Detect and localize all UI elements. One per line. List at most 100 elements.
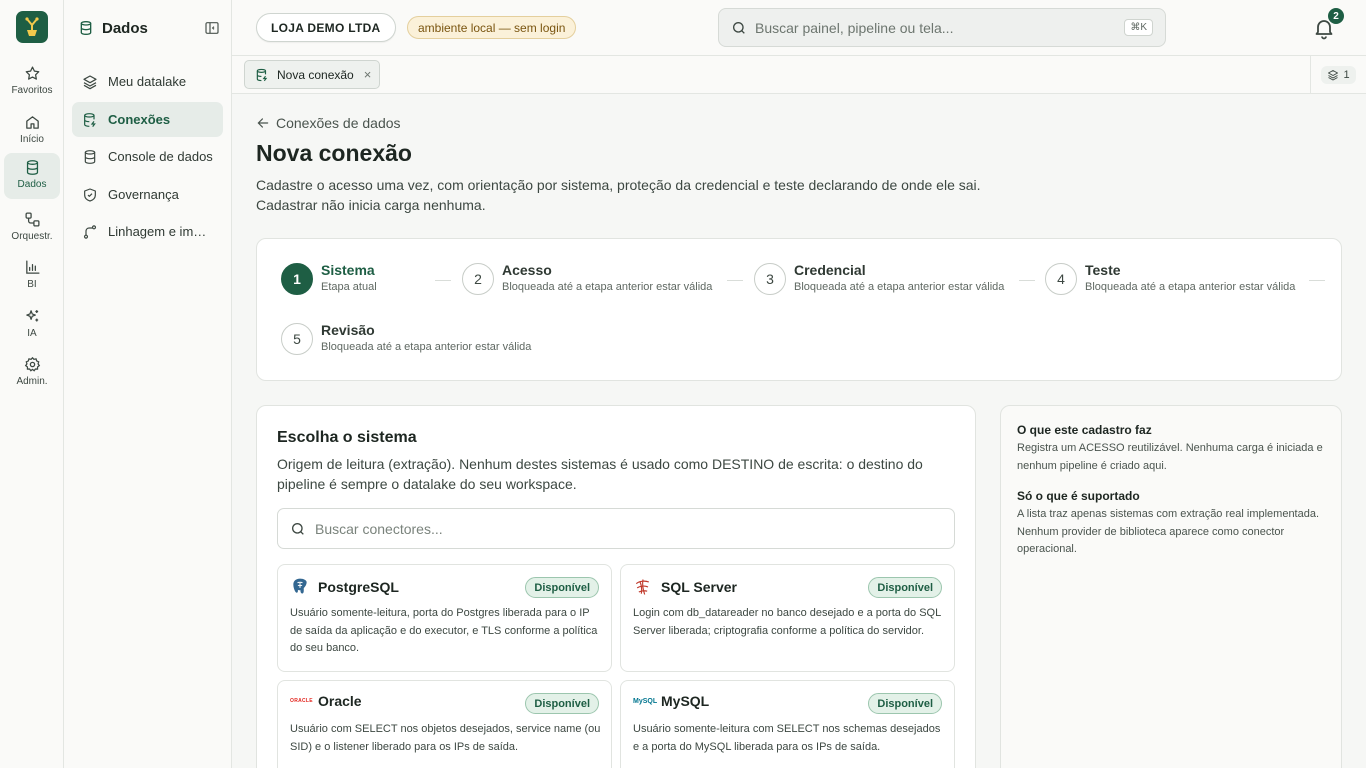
rail-label: Início <box>20 134 44 145</box>
page-title: Nova conexão <box>256 140 412 166</box>
section-title: Escolha o sistema <box>277 429 417 446</box>
step-number: 2 <box>462 263 494 295</box>
search-icon <box>733 21 745 34</box>
step-connector <box>727 280 743 281</box>
info-heading: Só o que é suportado <box>1017 489 1140 503</box>
postgresql-icon <box>293 578 307 594</box>
status-badge: Disponível <box>868 577 942 598</box>
rail-item-ia[interactable]: IA <box>4 302 60 348</box>
database-plug-icon <box>256 68 268 81</box>
connector-description: Login com db_datareader no banco desejad… <box>633 607 941 637</box>
tab-nova-conexao[interactable]: Nova conexão × <box>244 60 381 89</box>
rail-item-admin[interactable]: Admin. <box>4 350 60 396</box>
connector-postgresql[interactable]: PostgreSQL Disponível Usuário somente-le… <box>277 564 612 672</box>
connector-search-input[interactable]: Buscar conectores... <box>277 508 955 549</box>
info-heading: O que este cadastro faz <box>1017 423 1152 437</box>
step-teste: 4 Teste Bloqueada até a etapa anterior es… <box>1045 262 1296 295</box>
step-status: Bloqueada até a etapa anterior estar vál… <box>794 281 1005 293</box>
open-tabs-counter[interactable]: 1 <box>1310 56 1366 94</box>
environment-badge: ambiente local — sem login <box>407 16 577 39</box>
layers-icon <box>1328 70 1339 81</box>
rail-item-dados[interactable]: Dados <box>4 153 60 199</box>
notification-count-badge: 2 <box>1328 8 1344 24</box>
step-number: 3 <box>754 263 786 295</box>
sidebar-item-label: Governança <box>108 187 179 202</box>
rail-label: Favoritos <box>11 85 53 96</box>
rail-item-favoritos[interactable]: Favoritos <box>4 59 60 105</box>
connector-description: Usuário somente-leitura com SELECT nos s… <box>633 723 941 753</box>
connector-name: PostgreSQL <box>318 579 399 595</box>
sql-server-icon <box>635 579 650 595</box>
rail-label: Dados <box>17 179 47 190</box>
bar-chart-icon <box>25 260 40 274</box>
connector-description: Usuário somente-leitura, porta do Postgr… <box>290 607 598 654</box>
step-title: Sistema <box>321 262 375 278</box>
sidebar-item-meu-datalake[interactable]: Meu datalake <box>72 64 223 99</box>
step-title: Credencial <box>794 262 866 278</box>
rail-label: BI <box>27 279 37 290</box>
rail-item-inicio[interactable]: Início <box>4 108 60 154</box>
app-logo-icon[interactable] <box>16 11 48 43</box>
connector-sql-server[interactable]: SQL Server Disponível Login com db_datar… <box>620 564 955 672</box>
layers-icon <box>83 74 97 89</box>
search-icon <box>292 522 304 535</box>
database-plug-icon <box>84 112 96 127</box>
branch-icon <box>83 224 97 239</box>
step-sistema[interactable]: 1 Sistema Etapa atual <box>281 262 377 295</box>
rail-item-bi[interactable]: BI <box>4 253 60 299</box>
sidebar-item-governanca[interactable]: Governança <box>72 177 223 212</box>
sidebar-item-label: Meu datalake <box>108 74 187 89</box>
sidebar-item-conexoes[interactable]: Conexões <box>72 102 223 137</box>
sparkles-icon <box>25 310 38 322</box>
rail-label: Admin. <box>16 376 48 387</box>
status-badge: Disponível <box>525 577 599 598</box>
global-search-input[interactable]: Buscar painel, pipeline ou tela... ⌘K <box>718 8 1166 47</box>
org-selector[interactable]: LOJA DEMO LTDA <box>256 13 396 42</box>
step-title: Revisão <box>321 322 375 338</box>
status-badge: Disponível <box>525 693 599 714</box>
step-revisao: 5 Revisão Bloqueada até a etapa anterior … <box>281 322 532 355</box>
connector-description: Usuário com SELECT nos objetos desejados… <box>290 723 601 753</box>
section-description: Origem de leitura (extração). Nenhum des… <box>277 456 923 492</box>
page-description: Cadastre o acesso uma vez, com orientaçã… <box>256 175 981 215</box>
step-credencial: 3 Credencial Bloqueada até a etapa anteri… <box>754 262 1005 295</box>
rail-label: Orquestr. <box>11 231 53 242</box>
step-status: Bloqueada até a etapa anterior estar vál… <box>321 341 532 353</box>
connector-mysql[interactable]: MySQL MySQL Disponível Usuário somente-l… <box>620 680 955 768</box>
tab-label: Nova conexão <box>277 67 354 82</box>
stepper: 1 Sistema Etapa atual 2 Acesso Bloqueada a… <box>256 238 1342 381</box>
database-icon <box>84 149 96 164</box>
back-link[interactable]: Conexões de dados <box>256 115 401 131</box>
sidebar-item-label: Console de dados <box>108 149 213 164</box>
home-icon <box>25 116 39 129</box>
page-description-line: Cadastre o acesso uma vez, com orientaçã… <box>256 177 981 193</box>
rail-label: IA <box>27 328 37 339</box>
step-number: 1 <box>281 263 313 295</box>
system-selection-card: Escolha o sistema Origem de leitura (ext… <box>256 405 976 768</box>
step-connector <box>435 280 451 281</box>
sidebar-item-label: Linhagem e impacto <box>108 224 213 239</box>
tab-count-value: 1 <box>1343 69 1350 81</box>
topbar: LOJA DEMO LTDA ambiente local — sem logi… <box>232 0 1366 56</box>
step-title: Acesso <box>502 262 552 278</box>
sidebar-item-linhagem[interactable]: Linhagem e impacto <box>72 214 223 249</box>
star-icon <box>25 66 39 80</box>
connector-name: SQL Server <box>661 579 738 595</box>
info-text: Registra um ACESSO reutilizável. Nenhuma… <box>1017 442 1323 472</box>
step-status: Bloqueada até a etapa anterior estar vál… <box>1085 281 1296 293</box>
close-icon[interactable]: × <box>364 67 372 82</box>
search-placeholder: Buscar conectores... <box>315 520 443 537</box>
connector-oracle[interactable]: ORACLE Oracle Disponível Usuário com SEL… <box>277 680 612 768</box>
collapse-sidebar-icon[interactable] <box>204 20 220 36</box>
gear-icon <box>24 356 40 372</box>
step-status: Etapa atual <box>321 281 377 293</box>
app-rail: Favoritos Início Dados Orquestr. BI IA A… <box>0 0 64 768</box>
step-acesso: 2 Acesso Bloqueada até a etapa anterior e… <box>462 262 712 295</box>
workflow-icon <box>24 212 40 227</box>
back-link-label: Conexões de dados <box>276 115 401 131</box>
sidebar-item-console-de-dados[interactable]: Console de dados <box>72 139 223 174</box>
rail-item-orquestr[interactable]: Orquestr. <box>4 205 60 251</box>
arrow-left-icon <box>257 118 269 128</box>
info-text: A lista traz apenas sistemas com extraçã… <box>1017 508 1320 555</box>
step-connector <box>1019 280 1035 281</box>
